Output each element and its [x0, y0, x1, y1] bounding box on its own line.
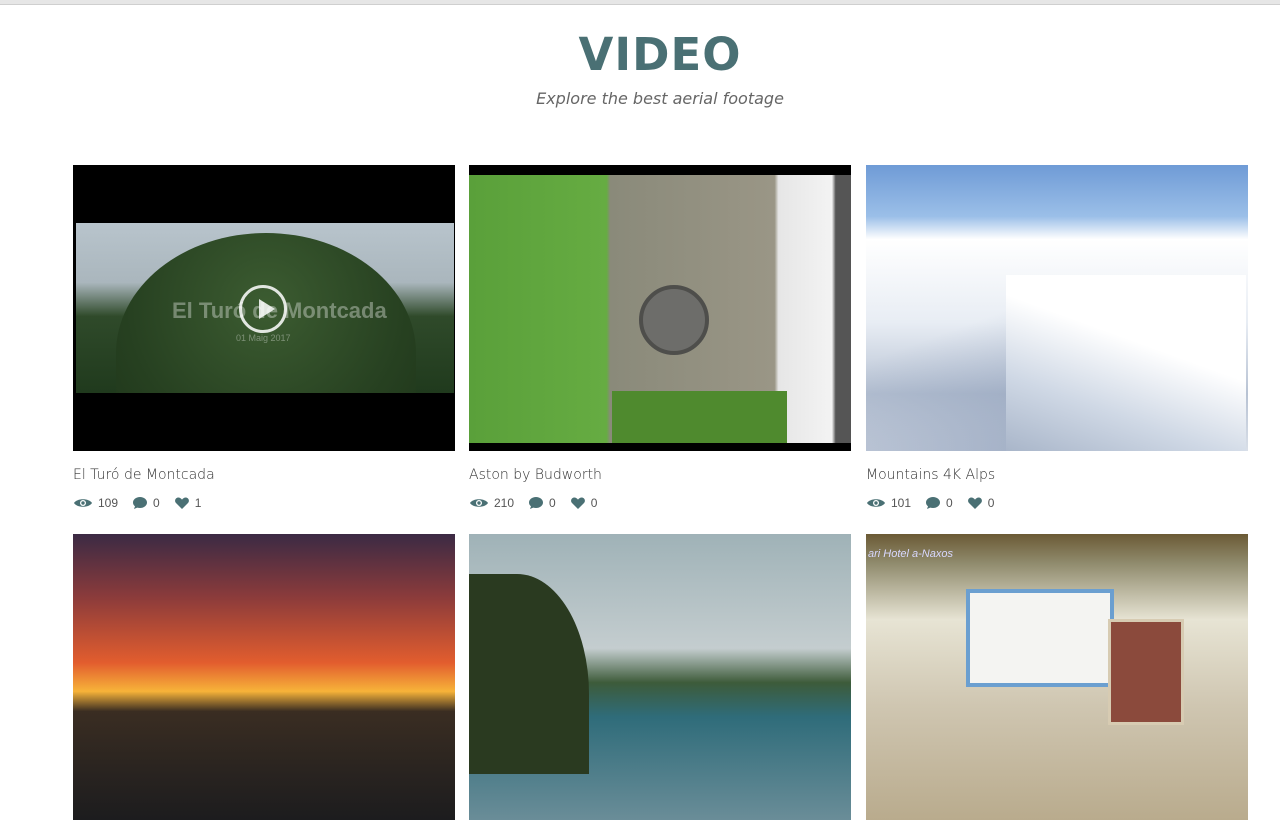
views-stat: 101 [866, 496, 911, 510]
views-count: 210 [494, 496, 515, 510]
garden-table-shape [639, 285, 709, 355]
video-thumbnail[interactable] [469, 165, 851, 451]
heart-icon [570, 497, 585, 509]
speech-bubble-icon [133, 497, 148, 509]
eye-icon [74, 499, 92, 507]
thumbnail-image [469, 175, 851, 443]
garden-bed-shape [612, 391, 787, 443]
likes-stat[interactable]: 0 [570, 496, 598, 510]
video-title[interactable]: Mountains 4K Alps [866, 467, 995, 483]
comments-stat[interactable]: 0 [925, 496, 953, 510]
likes-stat[interactable]: 0 [967, 496, 995, 510]
terrace-rug-shape [1108, 619, 1184, 725]
comments-stat[interactable]: 0 [528, 496, 556, 510]
video-stats: 101 0 0 [866, 494, 1008, 512]
views-stat: 109 [73, 496, 118, 510]
speech-bubble-icon [529, 497, 544, 509]
views-count: 101 [891, 496, 912, 510]
play-icon[interactable] [239, 285, 287, 333]
mountain-ridge-shape [1006, 275, 1246, 451]
thumbnail-overlay-date: 01 Maig 2017 [236, 333, 291, 343]
page-subtitle: Explore the best aerial footage [536, 89, 784, 108]
likes-stat[interactable]: 1 [174, 496, 202, 510]
comments-count: 0 [946, 496, 953, 510]
video-stats: 210 0 0 [469, 494, 611, 512]
video-stats: 109 0 1 [73, 494, 215, 512]
video-thumbnail[interactable]: ari Hotel a-Naxos [866, 534, 1248, 820]
heart-icon [174, 497, 189, 509]
likes-count: 0 [590, 496, 598, 510]
eye-icon [867, 499, 885, 507]
comments-count: 0 [549, 496, 556, 510]
coast-land-shape [469, 574, 589, 774]
thumbnail-overlay-title: ari Hotel a-Naxos [868, 548, 953, 560]
video-grid: El Turó de Montcada 01 Maig 2017 El Turó… [73, 165, 1249, 820]
video-title[interactable]: El Turó de Montcada [73, 467, 215, 483]
building-shape [966, 589, 1114, 687]
comments-count: 0 [153, 496, 160, 510]
eye-icon [470, 499, 488, 507]
video-title[interactable]: Aston by Budworth [469, 467, 602, 483]
views-stat: 210 [469, 496, 514, 510]
comments-stat[interactable]: 0 [132, 496, 160, 510]
likes-count: 0 [987, 496, 995, 510]
heart-icon [967, 497, 982, 509]
video-thumbnail[interactable] [866, 165, 1248, 451]
likes-count: 1 [194, 496, 202, 510]
speech-bubble-icon [926, 497, 941, 509]
video-thumbnail[interactable]: El Turó de Montcada 01 Maig 2017 [73, 165, 455, 451]
video-thumbnail[interactable] [73, 534, 455, 820]
video-thumbnail[interactable] [469, 534, 851, 820]
browser-top-border [0, 0, 1280, 5]
views-count: 109 [98, 496, 119, 510]
page-title: VIDEO [578, 28, 742, 81]
